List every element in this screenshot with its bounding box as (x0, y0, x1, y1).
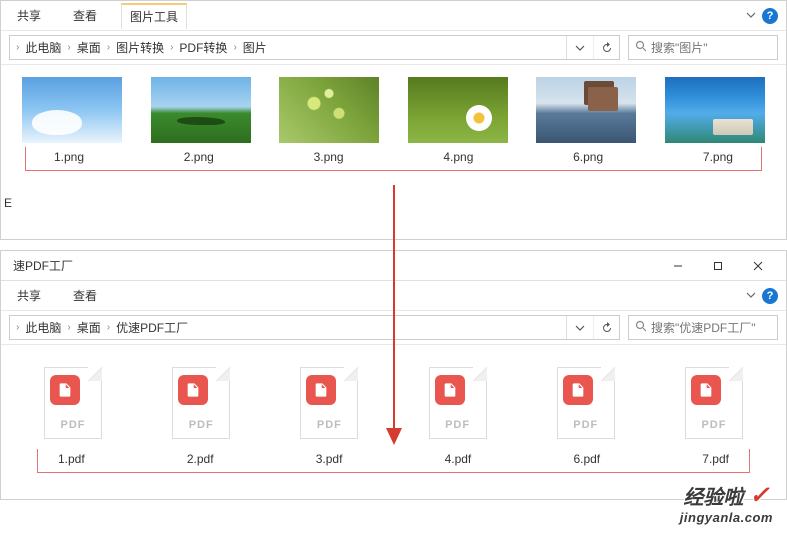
watermark: 经验啦✓ jingyanla.com (680, 481, 773, 525)
file-pane: 1.png 2.png 3.png 4.png 6.png 7.png (1, 65, 786, 181)
list-item[interactable] (17, 77, 127, 149)
history-dropdown-button[interactable] (567, 316, 593, 339)
pdf-file-icon: PDF (685, 367, 743, 439)
refresh-button[interactable] (593, 36, 619, 59)
title-bar: 速PDF工厂 (1, 251, 786, 281)
breadcrumb-segment[interactable]: 此电脑 (21, 319, 65, 336)
close-button[interactable] (738, 252, 778, 280)
explorer-window-bottom: 速PDF工厂 共享 查看 ? ›此电脑 ›桌面 ›优速PDF工厂 (0, 250, 787, 500)
refresh-button[interactable] (593, 316, 619, 339)
chevron-right-icon[interactable]: › (65, 42, 72, 53)
chevron-down-icon[interactable] (746, 9, 756, 23)
address-bar: ›此电脑 ›桌面 ›图片转换 ›PDF转换 ›图片 (1, 31, 786, 65)
watermark-text: 经验啦 (683, 481, 743, 510)
list-item[interactable]: PDF (410, 367, 506, 445)
chevron-right-icon[interactable]: › (105, 42, 112, 53)
chevron-right-icon[interactable]: › (14, 42, 21, 53)
explorer-window-top: 共享 查看 图片工具 ? ›此电脑 ›桌面 ›图片转换 ›PDF转换 ›图片 (0, 0, 787, 240)
file-name[interactable]: 7.png (703, 147, 733, 167)
maximize-button[interactable] (698, 252, 738, 280)
file-name[interactable]: 1.png (54, 147, 84, 167)
list-item[interactable] (274, 77, 384, 149)
tab-share[interactable]: 共享 (9, 283, 49, 308)
search-box[interactable] (628, 35, 778, 60)
pdf-file-icon: PDF (300, 367, 358, 439)
breadcrumb-segment[interactable]: 优速PDF工厂 (112, 319, 192, 336)
list-item[interactable] (660, 77, 770, 149)
help-icon[interactable]: ? (762, 8, 778, 24)
chevron-down-icon[interactable] (746, 289, 756, 303)
search-input[interactable] (651, 41, 771, 55)
filename-highlight-box: 1.pdf 2.pdf 3.pdf 4.pdf 6.pdf 7.pdf (37, 449, 750, 473)
list-item[interactable]: PDF (25, 367, 121, 445)
pdf-file-icon: PDF (429, 367, 487, 439)
minimize-button[interactable] (658, 252, 698, 280)
search-icon (635, 40, 647, 55)
list-item[interactable]: PDF (153, 367, 249, 445)
chevron-right-icon[interactable]: › (231, 42, 238, 53)
thumbnail-image (665, 77, 765, 143)
tab-picture-tools[interactable]: 图片工具 (121, 3, 187, 29)
pdf-file-icon: PDF (172, 367, 230, 439)
chevron-right-icon[interactable]: › (65, 322, 72, 333)
file-name[interactable]: 6.png (573, 147, 603, 167)
watermark-url: jingyanla.com (680, 510, 773, 525)
list-item[interactable]: PDF (538, 367, 634, 445)
file-name[interactable]: 7.pdf (702, 449, 729, 472)
file-name[interactable]: 6.pdf (573, 449, 600, 472)
search-icon (635, 320, 647, 335)
pdf-file-icon: PDF (557, 367, 615, 439)
ribbon-bar: 共享 查看 图片工具 ? (1, 1, 786, 31)
search-box[interactable] (628, 315, 778, 340)
checkmark-icon: ✓ (749, 481, 769, 510)
thumbnail-image (408, 77, 508, 143)
address-bar: ›此电脑 ›桌面 ›优速PDF工厂 (1, 311, 786, 345)
tab-view[interactable]: 查看 (65, 3, 105, 29)
breadcrumb[interactable]: ›此电脑 ›桌面 ›图片转换 ›PDF转换 ›图片 (9, 35, 620, 60)
breadcrumb-segment[interactable]: PDF转换 (175, 39, 231, 56)
chevron-right-icon[interactable]: › (105, 322, 112, 333)
sidebar-fragment: E (4, 196, 12, 210)
thumbnail-image (151, 77, 251, 143)
breadcrumb-segment[interactable]: 桌面 (73, 319, 105, 336)
thumbnail-image (22, 77, 122, 143)
file-name[interactable]: 1.pdf (58, 449, 85, 472)
breadcrumb-segment[interactable]: 桌面 (73, 39, 105, 56)
file-name[interactable]: 3.png (314, 147, 344, 167)
ribbon-bar: 共享 查看 ? (1, 281, 786, 311)
breadcrumb[interactable]: ›此电脑 ›桌面 ›优速PDF工厂 (9, 315, 620, 340)
file-name[interactable]: 3.pdf (316, 449, 343, 472)
list-item[interactable] (403, 77, 513, 149)
breadcrumb-segment[interactable]: 图片 (239, 39, 271, 56)
search-input[interactable] (651, 321, 771, 335)
file-name[interactable]: 2.pdf (187, 449, 214, 472)
file-name[interactable]: 4.png (443, 147, 473, 167)
list-item[interactable] (146, 77, 256, 149)
breadcrumb-segment[interactable]: 此电脑 (21, 39, 65, 56)
thumbnail-image (279, 77, 379, 143)
file-name[interactable]: 4.pdf (445, 449, 472, 472)
pdf-file-icon: PDF (44, 367, 102, 439)
tab-view[interactable]: 查看 (65, 283, 105, 308)
list-item[interactable]: PDF (666, 367, 762, 445)
list-item[interactable]: PDF (281, 367, 377, 445)
chevron-right-icon[interactable]: › (14, 322, 21, 333)
file-name[interactable]: 2.png (184, 147, 214, 167)
history-dropdown-button[interactable] (567, 36, 593, 59)
breadcrumb-segment[interactable]: 图片转换 (112, 39, 168, 56)
tab-share[interactable]: 共享 (9, 3, 49, 29)
file-pane: PDF PDF PDF PDF PDF PDF 1.pdf 2.pdf 3.pd… (1, 345, 786, 475)
filename-highlight-box: 1.png 2.png 3.png 4.png 6.png 7.png (25, 147, 762, 171)
help-icon[interactable]: ? (762, 288, 778, 304)
thumbnail-image (536, 77, 636, 143)
window-title: 速PDF工厂 (9, 257, 73, 274)
list-item[interactable] (531, 77, 641, 149)
chevron-right-icon[interactable]: › (168, 42, 175, 53)
